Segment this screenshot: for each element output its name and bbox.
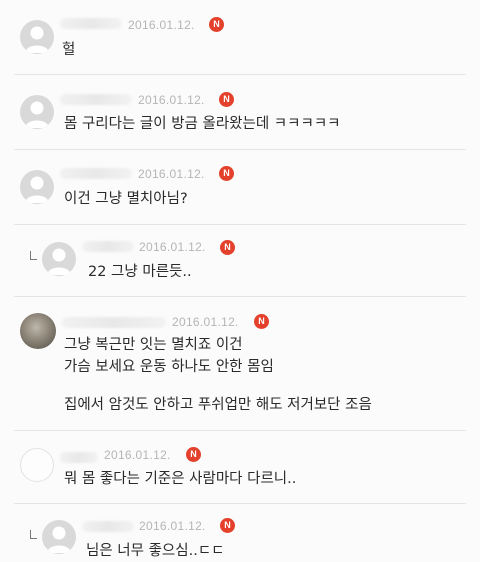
new-badge: N <box>220 518 235 533</box>
new-badge: N <box>186 447 201 462</box>
username-redacted <box>60 168 132 179</box>
photo-avatar[interactable] <box>20 313 56 349</box>
reply-arrow-icon <box>30 530 37 539</box>
comment-date: 2016.01.12. <box>128 18 195 32</box>
comment-text: 뭐 몸 좋다는 기준은 사람마다 다르니.. <box>64 471 297 487</box>
default-avatar-icon[interactable] <box>42 520 76 554</box>
default-avatar-icon[interactable] <box>20 170 54 204</box>
new-badge: N <box>219 92 234 107</box>
new-badge: N <box>209 17 224 32</box>
divider <box>14 296 466 297</box>
comment-date: 2016.01.12. <box>172 315 239 329</box>
username-redacted <box>82 521 134 532</box>
comment-text: 22 그냥 마른듯.. <box>88 264 192 280</box>
comment-text-line: 그냥 복근만 잇는 멸치죠 이건 <box>64 337 243 353</box>
comment-text: 헐 <box>62 42 76 58</box>
divider <box>14 74 466 75</box>
comment-text-line: 집에서 암것도 안하고 푸쉬업만 해도 저거보단 조음 <box>64 397 372 413</box>
divider <box>14 149 466 150</box>
default-avatar-icon[interactable] <box>42 242 76 276</box>
comment-date: 2016.01.12. <box>104 448 171 462</box>
new-badge: N <box>254 314 269 329</box>
username-redacted <box>60 18 122 29</box>
divider <box>14 224 466 225</box>
default-avatar-icon[interactable] <box>20 20 54 54</box>
default-avatar-icon[interactable] <box>20 95 54 129</box>
comment-date: 2016.01.12. <box>138 167 205 181</box>
new-badge: N <box>219 166 234 181</box>
blank-avatar[interactable] <box>20 448 54 482</box>
username-redacted <box>62 317 166 328</box>
username-redacted <box>60 452 98 463</box>
reply-arrow-icon <box>30 251 37 260</box>
username-redacted <box>60 94 132 105</box>
new-badge: N <box>220 240 235 255</box>
comment-date: 2016.01.12. <box>139 519 206 533</box>
divider <box>14 503 466 504</box>
username-redacted <box>82 241 134 252</box>
comment-date: 2016.01.12. <box>138 93 205 107</box>
divider <box>14 430 466 431</box>
comment-text: 몸 구리다는 글이 방금 올라왔는데 ㅋㅋㅋㅋㅋ <box>64 116 341 132</box>
comment-text-line: 가슴 보세요 운동 하나도 안한 몸임 <box>64 359 274 375</box>
comment-date: 2016.01.12. <box>139 240 206 254</box>
comment-text: 이건 그냥 멸치아님? <box>64 191 188 207</box>
comment-text: 님은 너무 좋으심..ㄷㄷ <box>86 543 225 559</box>
